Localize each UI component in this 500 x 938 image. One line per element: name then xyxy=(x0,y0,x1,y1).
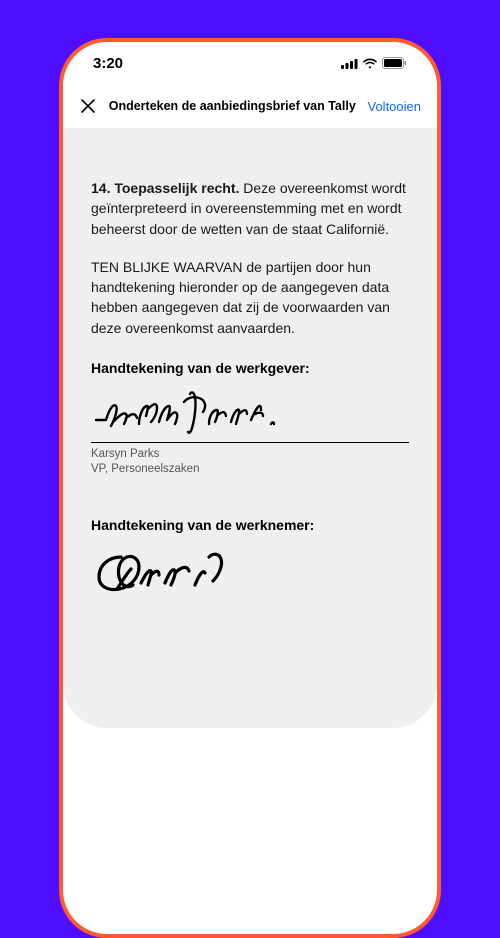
employer-signer-name: Karsyn Parks xyxy=(91,447,409,462)
employer-signature-line: Karsyn Parks VP, Personeelszaken xyxy=(91,442,409,477)
employer-signature-label: Handtekening van de werkgever: xyxy=(91,360,409,376)
complete-button[interactable]: Voltooien xyxy=(368,99,422,114)
witness-clause: TEN BLIJKE WAARVAN de partijen door hun … xyxy=(91,257,409,338)
phone-frame: 3:20 Onderteken de aanbiedingsbrief van … xyxy=(59,38,441,938)
signature-icon xyxy=(91,545,251,595)
section-heading: 14. Toepasselijk recht. xyxy=(91,180,239,196)
document-content: 14. Toepasselijk recht. Deze overeenkoms… xyxy=(63,128,437,728)
cellular-icon xyxy=(341,58,358,69)
section-14: 14. Toepasselijk recht. Deze overeenkoms… xyxy=(91,178,409,239)
employer-signature xyxy=(91,388,409,440)
status-icons xyxy=(341,57,407,69)
employer-signer-title: VP, Personeelszaken xyxy=(91,462,409,477)
signature-icon xyxy=(91,388,291,438)
status-bar: 3:20 xyxy=(63,42,437,84)
close-button[interactable] xyxy=(79,97,97,115)
wifi-icon xyxy=(362,58,378,69)
status-time: 3:20 xyxy=(93,55,123,72)
employee-signature-label: Handtekening van de werknemer: xyxy=(91,517,409,533)
nav-bar: Onderteken de aanbiedingsbrief van Tally… xyxy=(63,84,437,128)
nav-title: Onderteken de aanbiedingsbrief van Tally xyxy=(97,99,368,113)
close-icon xyxy=(80,98,96,114)
battery-icon xyxy=(382,57,407,69)
employee-signature[interactable] xyxy=(91,545,409,597)
phone-inner: 3:20 Onderteken de aanbiedingsbrief van … xyxy=(63,42,437,728)
